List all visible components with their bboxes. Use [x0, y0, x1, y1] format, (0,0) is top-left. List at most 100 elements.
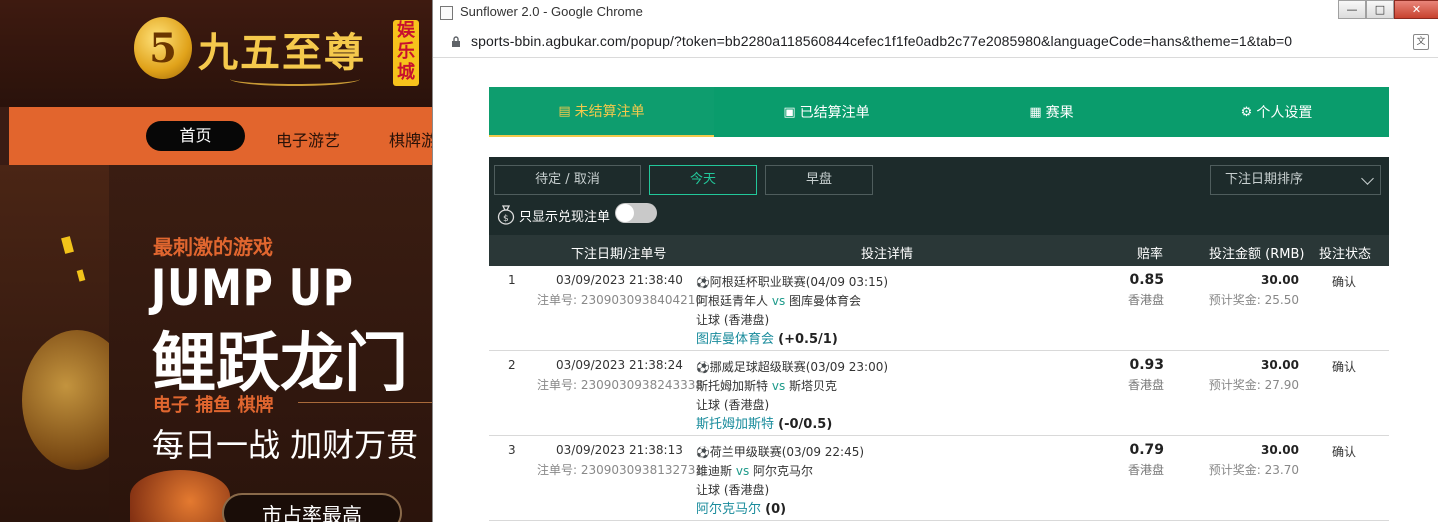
filter-today-button[interactable]: 今天	[649, 165, 757, 195]
bet-status: 确认	[1332, 275, 1357, 289]
site-logo-text[interactable]: 九五至尊	[198, 20, 366, 78]
results-icon: ▦	[1029, 104, 1042, 120]
bet-id: 注单号: 2309030938404210	[537, 293, 704, 307]
bet-pick: 图库曼体育会 (+0.5/1)	[696, 328, 838, 347]
bet-pick: 阿尔克马尔 (0)	[696, 498, 786, 517]
pick-handicap: (-0/0.5)	[778, 417, 833, 432]
koi-fish-image	[130, 470, 230, 522]
bet-type: 让球 (香港盘)	[696, 398, 770, 412]
tab-results[interactable]: ▦ 赛果	[939, 87, 1164, 137]
table-row: 2 03/09/2023 21:38:24 注单号: 2309030938243…	[489, 351, 1389, 436]
banner-categories: 电子 捕鱼 棋牌	[153, 395, 274, 416]
bet-status: 确认	[1332, 360, 1357, 374]
banner-cta-button[interactable]: 市占率最高	[222, 493, 402, 522]
header-detail: 投注详情	[861, 247, 914, 262]
league-line: ⚽挪威足球超级联赛(03/09 23:00)	[696, 358, 888, 375]
window-titlebar[interactable]: Sunflower 2.0 - Google Chrome — □ ✕	[433, 0, 1438, 26]
minimize-button[interactable]: —	[1338, 0, 1366, 19]
chrome-popup-window: Sunflower 2.0 - Google Chrome — □ ✕ spor…	[432, 0, 1438, 522]
gear-icon: ⚙	[1240, 104, 1253, 120]
window-title: Sunflower 2.0 - Google Chrome	[460, 4, 643, 19]
nav-item-cards[interactable]: 棋牌游	[389, 127, 437, 151]
chevron-down-icon	[1361, 172, 1374, 185]
banner-divider	[298, 402, 440, 403]
match-teams: 阿根廷青年人 vs 图库曼体育会	[696, 292, 861, 309]
banner-slogan: 每日一战 加财万贯	[152, 426, 419, 464]
league-name: 挪威足球超级联赛(03/09 23:00)	[709, 360, 889, 374]
settled-icon: ▣	[783, 104, 796, 120]
odds-type: 香港盘	[1127, 463, 1164, 477]
header-status: 投注状态	[1319, 247, 1372, 262]
logo-badge: 娱乐城	[393, 20, 419, 86]
away-team: 斯塔贝克	[789, 379, 838, 393]
odds-value: 0.79	[1129, 442, 1164, 458]
cashout-only-label: 只显示兑现注单	[519, 210, 611, 225]
bet-type: 让球 (香港盘)	[696, 483, 770, 497]
home-team: 维迪斯	[696, 464, 733, 478]
vs-label: vs	[735, 464, 750, 478]
league-line: ⚽荷兰甲级联赛(03/09 22:45)	[696, 443, 864, 460]
row-number: 1	[508, 273, 516, 287]
away-team: 图库曼体育会	[789, 294, 862, 308]
bet-id: 注单号: 2309030938132731	[537, 463, 704, 477]
away-team: 阿尔克马尔	[753, 464, 814, 478]
odds-value: 0.93	[1129, 357, 1164, 373]
pick-team: 阿尔克马尔	[696, 502, 762, 517]
filter-pending-button[interactable]: 待定 / 取消	[494, 165, 641, 195]
site-logo-mark[interactable]: 5	[134, 17, 192, 79]
maximize-button[interactable]: □	[1366, 0, 1394, 19]
filter-bar: 待定 / 取消 今天 早盘 下注日期排序 $ 只显示兑现注单	[489, 157, 1389, 235]
table-row: 1 03/09/2023 21:38:40 注单号: 2309030938404…	[489, 266, 1389, 351]
site-nav: 首页 电子游艺 棋牌游	[9, 107, 440, 165]
estimated-win: 预计奖金: 27.90	[1208, 378, 1299, 392]
address-bar[interactable]: sports-bbin.agbukar.com/popup/?token=bb2…	[433, 26, 1438, 58]
bet-id: 注单号: 2309030938243338	[537, 378, 704, 392]
pick-handicap: (+0.5/1)	[778, 332, 838, 347]
vs-label: vs	[771, 379, 786, 393]
tab-settled[interactable]: ▣ 已结算注单	[714, 87, 939, 137]
tab-label: 个人设置	[1256, 105, 1313, 121]
filter-early-button[interactable]: 早盘	[765, 165, 873, 195]
svg-text:$: $	[503, 214, 509, 224]
bet-type: 让球 (香港盘)	[696, 313, 770, 327]
soccer-ball-icon: ⚽	[696, 446, 710, 459]
popup-content: ▤ 未结算注单 ▣ 已结算注单 ▦ 赛果 ⚙ 个人设置 待定 / 取消 今天 早…	[433, 59, 1438, 522]
bets-panel: 待定 / 取消 今天 早盘 下注日期排序 $ 只显示兑现注单 下注日期/注单号 …	[489, 157, 1389, 522]
close-button[interactable]: ✕	[1394, 0, 1438, 19]
tab-settings[interactable]: ⚙ 个人设置	[1164, 87, 1389, 137]
bet-tabs: ▤ 未结算注单 ▣ 已结算注单 ▦ 赛果 ⚙ 个人设置	[489, 87, 1389, 137]
tab-label: 已结算注单	[799, 105, 870, 121]
banner-headline-en: JUMP UP	[151, 259, 354, 317]
tab-label: 赛果	[1045, 105, 1074, 121]
unsettled-icon: ▤	[558, 103, 571, 119]
odds-value: 0.85	[1129, 272, 1164, 288]
pick-team: 斯托姆加斯特	[696, 417, 775, 432]
home-team: 阿根廷青年人	[696, 294, 769, 308]
translate-icon[interactable]: 文	[1413, 34, 1429, 50]
logo-ornament	[230, 72, 360, 86]
banner-subtitle: 最刺激的游戏	[153, 235, 273, 259]
vs-label: vs	[771, 294, 786, 308]
league-name: 荷兰甲级联赛(03/09 22:45)	[709, 445, 865, 459]
page-icon	[440, 6, 453, 20]
nav-home-button[interactable]: 首页	[146, 121, 245, 151]
cashout-only-toggle[interactable]	[615, 203, 657, 223]
sort-select-value: 下注日期排序	[1225, 172, 1304, 187]
bet-date: 03/09/2023 21:38:40	[556, 273, 683, 287]
background-website: 5 九五至尊 娱乐城 首页 电子游艺 棋牌游 最刺激的游戏 JUMP UP 鲤跃…	[0, 0, 440, 522]
table-row: 3 03/09/2023 21:38:13 注单号: 2309030938132…	[489, 436, 1389, 521]
url-text[interactable]: sports-bbin.agbukar.com/popup/?token=bb2…	[471, 33, 1292, 49]
table-header: 下注日期/注单号 投注详情 赔率 投注金额 (RMB) 投注状态	[489, 235, 1389, 266]
nav-item-slots[interactable]: 电子游艺	[276, 127, 340, 151]
stake-amount: 30.00	[1261, 273, 1299, 287]
row-number: 3	[508, 443, 516, 457]
odds-type: 香港盘	[1127, 378, 1164, 392]
tab-label: 未结算注单	[574, 104, 645, 120]
toggle-knob	[616, 204, 634, 222]
tab-unsettled[interactable]: ▤ 未结算注单	[489, 87, 714, 137]
soccer-ball-icon: ⚽	[696, 276, 710, 289]
stake-amount: 30.00	[1261, 358, 1299, 372]
sort-select[interactable]: 下注日期排序	[1210, 165, 1381, 195]
estimated-win: 预计奖金: 23.70	[1208, 463, 1299, 477]
header-amount: 投注金额 (RMB)	[1209, 247, 1305, 262]
